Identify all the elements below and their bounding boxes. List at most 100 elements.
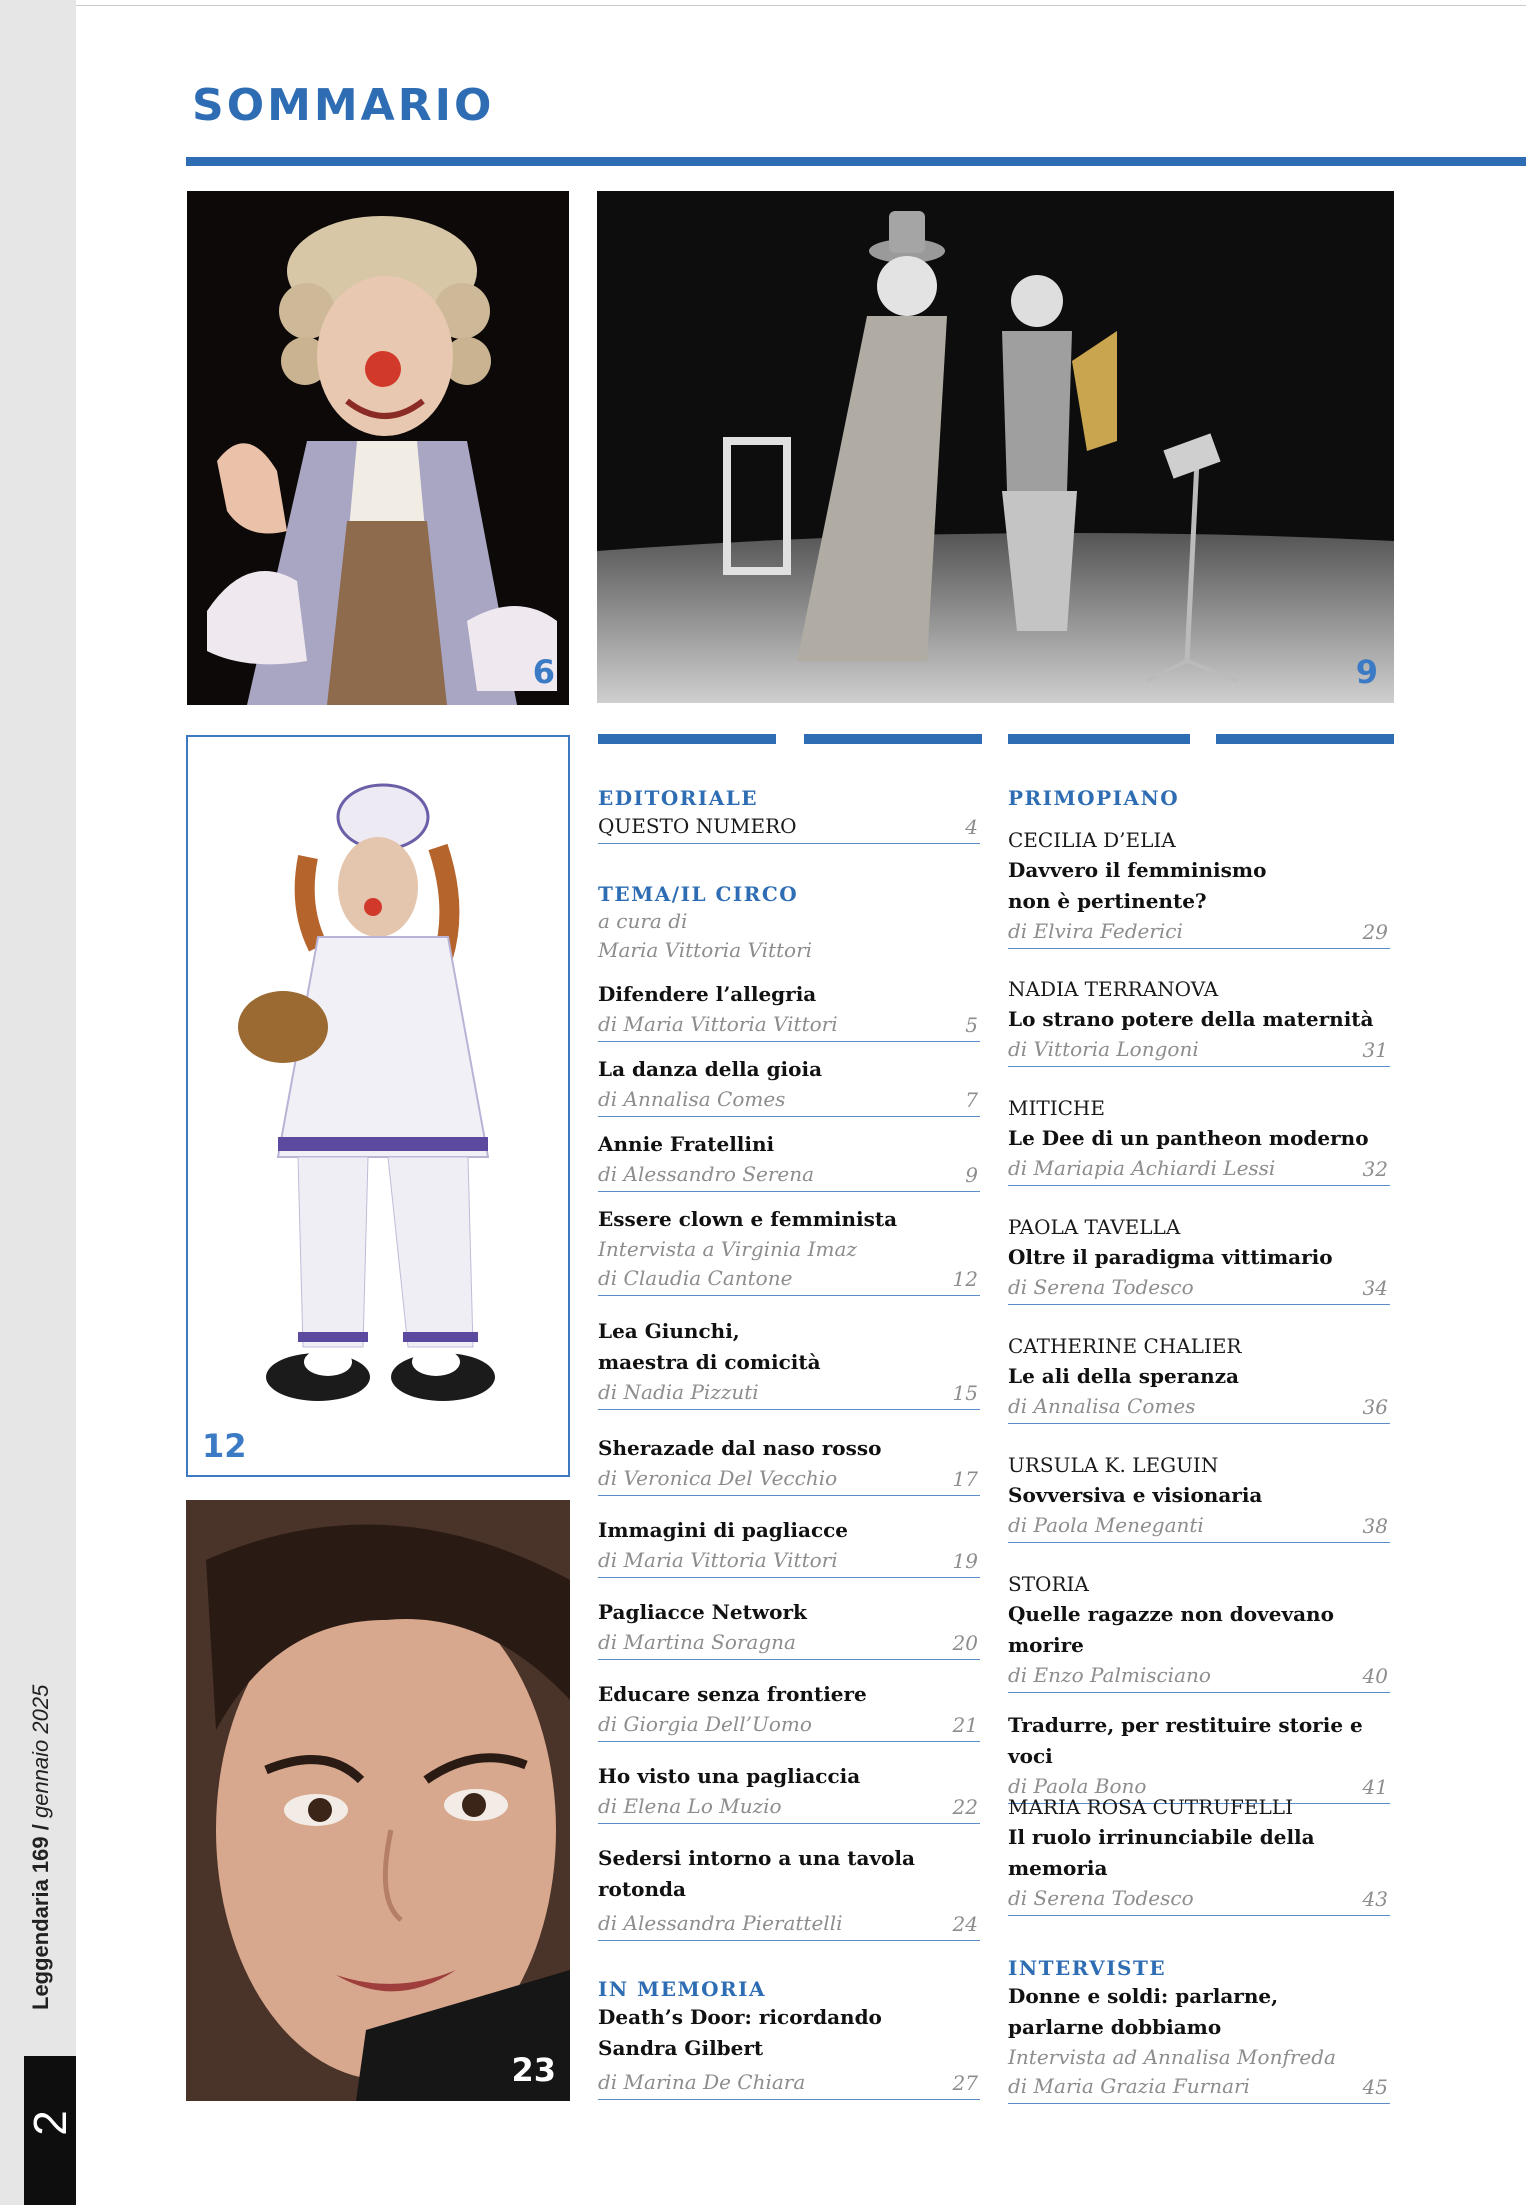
photo-page-23: 23	[511, 2051, 556, 2089]
entry-page: 17	[952, 1467, 978, 1491]
entry-subject: CECILIA D’ELIA	[1008, 828, 1176, 852]
toc-entry[interactable]: Sedersi intorno a una tavola rotonda di …	[598, 1843, 980, 1941]
toc-entry[interactable]: Lea Giunchi, maestra di comicità di Nadi…	[598, 1316, 980, 1410]
photo-page-9: 9	[1355, 653, 1378, 691]
toc-entry[interactable]: Annie Fratellini di Alessandro Serena 9	[598, 1129, 980, 1192]
magazine-issue: Leggendaria 169 /	[28, 1824, 53, 2010]
entry-page: 12	[952, 1267, 978, 1291]
entry-author: di Annalisa Comes	[598, 1087, 786, 1111]
photo-page-12: 12	[202, 1427, 247, 1465]
entry-page: 21	[952, 1713, 978, 1737]
curator-name: Maria Vittoria Vittori	[598, 938, 813, 962]
entry-title: Immagini di pagliacce	[598, 1518, 849, 1542]
entry-title: Donne e soldi: parlarne,	[1008, 1984, 1279, 2008]
toc-entry[interactable]: Difendere l’allegria di Maria Vittoria V…	[598, 979, 980, 1042]
entry-page: 27	[952, 2071, 978, 2095]
entry-title: Educare senza frontiere	[598, 1682, 867, 1706]
toc-entry[interactable]: MARIA ROSA CUTRUFELLI Il ruolo irrinunci…	[1008, 1792, 1390, 1916]
entry-title: Oltre il paradigma vittimario	[1008, 1245, 1333, 1269]
entry-author: di Marina De Chiara	[598, 2070, 806, 2094]
entry-page: 5	[965, 1013, 978, 1037]
entry-page: 22	[952, 1795, 978, 1819]
entry-title-line2: rotonda	[598, 1877, 686, 1901]
entry-page: 31	[1362, 1038, 1388, 1062]
toc-entry[interactable]: Donne e soldi: parlarne, parlarne dobbia…	[1008, 1981, 1390, 2104]
entry-page: 4	[965, 815, 978, 839]
photo-female-clown: 12	[186, 735, 570, 1477]
entry-page: 40	[1362, 1664, 1388, 1688]
toc-entry[interactable]: URSULA K. LEGUIN Sovversiva e visionaria…	[1008, 1450, 1390, 1543]
entry-title-line2: morire	[1008, 1633, 1084, 1657]
entry-title: La danza della gioia	[598, 1057, 823, 1081]
entry-subject: STORIA	[1008, 1572, 1089, 1596]
toc-entry[interactable]: Death’s Door: ricordando Sandra Gilbert …	[598, 2002, 980, 2100]
female-clown-illustration	[188, 737, 568, 1475]
photo-page-6: 6	[532, 653, 555, 691]
entry-author: di Vittoria Longoni	[1008, 1037, 1199, 1061]
entry-subject: CATHERINE CHALIER	[1008, 1334, 1242, 1358]
toc-entry[interactable]: Ho visto una pagliaccia di Elena Lo Muzi…	[598, 1761, 980, 1824]
entry-author: di Elena Lo Muzio	[598, 1794, 782, 1818]
entry-author: di Maria Vittoria Vittori	[598, 1548, 838, 1572]
entry-title: Lea Giunchi,	[598, 1319, 740, 1343]
toc-entry[interactable]: CATHERINE CHALIER Le ali della speranza …	[1008, 1331, 1390, 1424]
page-number: 2	[24, 2110, 76, 2136]
toc-entry[interactable]: CECILIA D’ELIA Davvero il femminismo non…	[1008, 825, 1390, 949]
column-bar	[1008, 734, 1190, 744]
entry-page: 45	[1362, 2075, 1388, 2099]
entry-title: Pagliacce Network	[598, 1600, 807, 1624]
photo-clown-baroque: 6	[187, 191, 569, 705]
entry-author: di Mariapia Achiardi Lessi	[1008, 1156, 1276, 1180]
entry-author: di Serena Todesco	[1008, 1275, 1194, 1299]
photo-clowns-stage: 9	[597, 191, 1394, 703]
entry-author: di Elvira Federici	[1008, 919, 1183, 943]
section-heading: IN MEMORIA	[598, 1977, 767, 2001]
toc-entry[interactable]: QUESTO NUMERO 4	[598, 811, 980, 844]
toc-entry[interactable]: NADIA TERRANOVA Lo strano potere della m…	[1008, 974, 1390, 1067]
toc-entry[interactable]: PAOLA TAVELLA Oltre il paradigma vittima…	[1008, 1212, 1390, 1305]
page-title: SOMMARIO	[192, 80, 495, 131]
entry-author: di Giorgia Dell’Uomo	[598, 1712, 812, 1736]
section-editoriale: EDITORIALE QUESTO NUMERO 4	[598, 785, 980, 844]
entry-title: Davvero il femminismo	[1008, 858, 1267, 882]
toc-entry[interactable]: Essere clown e femminista Intervista a V…	[598, 1204, 980, 1296]
toc-entry[interactable]: Educare senza frontiere di Giorgia Dell’…	[598, 1679, 980, 1742]
entry-page: 36	[1362, 1395, 1388, 1419]
page-number-box: 2	[24, 2056, 76, 2205]
section-heading: TEMA/IL CIRCO	[598, 882, 799, 906]
entry-title-line2: parlarne dobbiamo	[1008, 2015, 1222, 2039]
entry-author: di Claudia Cantone	[598, 1266, 793, 1290]
section-interviste: INTERVISTE Donne e soldi: parlarne, parl…	[1008, 1955, 1390, 2104]
entry-author: di Enzo Palmisciano	[1008, 1663, 1211, 1687]
toc-entry[interactable]: STORIA Quelle ragazze non dovevano morir…	[1008, 1569, 1390, 1693]
entry-title: Il ruolo irrinunciabile della	[1008, 1825, 1315, 1849]
section-tema: TEMA/IL CIRCO a cura di Maria Vittoria V…	[598, 881, 980, 965]
column-bar	[804, 734, 982, 744]
entry-subject: MARIA ROSA CUTRUFELLI	[1008, 1795, 1293, 1819]
entry-title: Annie Fratellini	[598, 1132, 775, 1156]
entry-page: 9	[965, 1163, 978, 1187]
entry-subject: NADIA TERRANOVA	[1008, 977, 1219, 1001]
toc-entry[interactable]: Tradurre, per restituire storie e voci d…	[1008, 1710, 1390, 1804]
entry-subject: URSULA K. LEGUIN	[1008, 1453, 1219, 1477]
top-edge	[0, 0, 1526, 6]
section-heading: PRIMOPIANO	[1008, 786, 1180, 810]
section-heading: EDITORIALE	[598, 786, 759, 810]
curator-label: a cura di	[598, 909, 688, 933]
clown-baroque-illustration	[187, 191, 569, 705]
toc-entry[interactable]: MITICHE Le Dee di un pantheon moderno di…	[1008, 1093, 1390, 1186]
toc-entry[interactable]: La danza della gioia di Annalisa Comes 7	[598, 1054, 980, 1117]
entry-author: di Martina Soragna	[598, 1630, 796, 1654]
portrait-illustration	[186, 1500, 570, 2101]
entry-title: Le ali della speranza	[1008, 1364, 1240, 1388]
toc-entry[interactable]: Sherazade dal naso rosso di Veronica Del…	[598, 1433, 980, 1496]
entry-subject: PAOLA TAVELLA	[1008, 1215, 1181, 1239]
section-memoria: IN MEMORIA Death’s Door: ricordando Sand…	[598, 1976, 980, 2100]
entry-author: di Maria Grazia Furnari	[1008, 2074, 1250, 2098]
title-rule	[186, 157, 1526, 166]
entry-title-line2: memoria	[1008, 1856, 1108, 1880]
entry-title: Le Dee di un pantheon moderno	[1008, 1126, 1369, 1150]
toc-entry[interactable]: Pagliacce Network di Martina Soragna 20	[598, 1597, 980, 1660]
entry-page: 43	[1362, 1887, 1388, 1911]
toc-entry[interactable]: Immagini di pagliacce di Maria Vittoria …	[598, 1515, 980, 1578]
